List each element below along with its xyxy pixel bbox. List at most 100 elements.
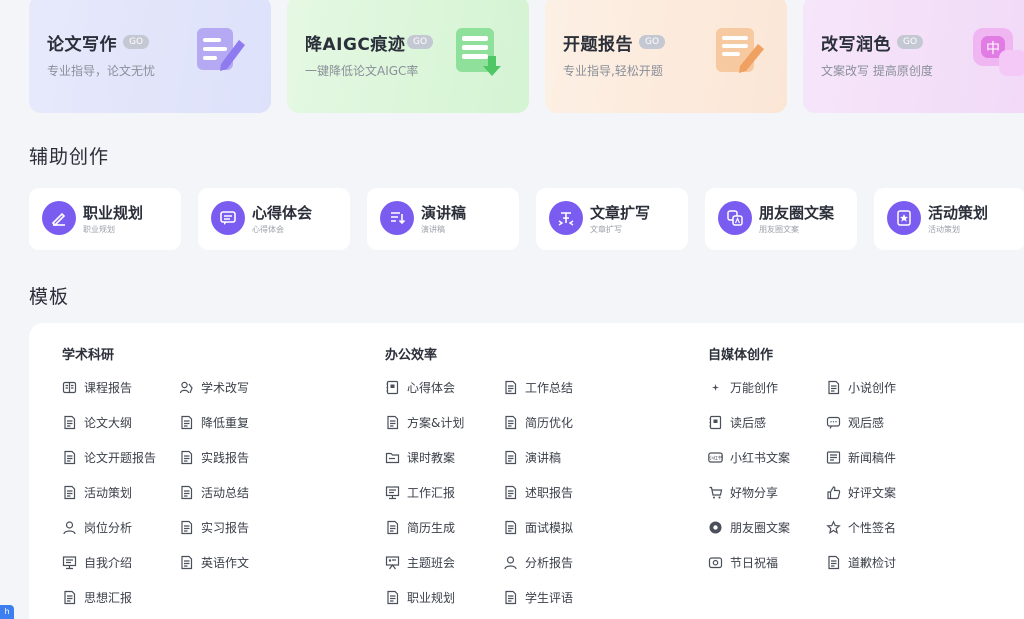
book-icon [62,380,77,395]
template-item[interactable]: 实践报告 [179,449,249,466]
template-item-label: 新闻稿件 [848,451,897,465]
template-item-label: 朋友圈文案 [730,521,791,535]
tool-card-event[interactable]: 活动策划 活动策划 [874,188,1024,250]
gift-icon [708,555,723,570]
expand-text-icon [549,201,583,235]
aux-section-title: 辅助创作 [29,146,110,168]
folder-icon [385,450,400,465]
template-item[interactable]: 朋友圈文案 [708,519,790,536]
feature-title: 开题报告 [563,35,633,55]
chart-doc-icon [179,450,194,465]
feature-title: 改写润色 [821,35,891,55]
template-item[interactable]: 简历生成 [385,519,455,536]
template-item[interactable]: 英语作文 [179,554,249,571]
template-item[interactable]: 职业规划 [385,589,455,606]
template-item-label: 简历生成 [407,521,456,535]
template-item-label: 主题班会 [407,556,456,570]
notebook-icon [708,415,723,430]
book-pen-icon [826,380,841,395]
template-item-label: 好评文案 [848,486,897,500]
template-item-label: 面试模拟 [525,521,574,535]
template-item[interactable]: 方案&计划 [385,414,464,431]
template-item[interactable]: 工作汇报 [385,484,455,501]
template-item[interactable]: 面试模拟 [503,519,573,536]
tool-subtitle: 职业规划 [83,225,115,234]
template-item[interactable]: 观后感 [826,414,884,431]
go-badge: GO [639,35,666,49]
notebook-icon [385,380,400,395]
template-item[interactable]: 活动总结 [179,484,249,501]
template-item[interactable]: 演讲稿 [503,449,561,466]
doc-person-icon [826,555,841,570]
template-item[interactable]: 述职报告 [503,484,573,501]
xhs-icon: 小红书 [708,450,723,465]
tool-card-career[interactable]: 职业规划 职业规划 [29,188,181,250]
star-badge-icon [887,201,921,235]
template-item-label: 岗位分析 [84,521,133,535]
template-item-label: 心得体会 [407,381,456,395]
feature-card-thesis[interactable]: 论文写作 GO 专业指导，论文无忧 [29,0,271,113]
template-item[interactable]: 课时教案 [385,449,455,466]
template-item[interactable]: 降低重复 [179,414,249,431]
outline-icon [62,415,77,430]
doc-edit-icon [62,450,77,465]
template-item-label: 论文大纲 [84,416,133,430]
template-item[interactable]: 小红书 小红书文案 [708,449,790,466]
award-doc-icon [62,485,77,500]
template-item[interactable]: 简历优化 [503,414,573,431]
tool-subtitle: 朋友圈文案 [759,225,799,234]
doc-edit-icon [503,485,518,500]
translate-icon [718,201,752,235]
template-item[interactable]: 学术改写 [179,379,249,396]
template-item[interactable]: 自我介绍 [62,554,132,571]
doc-person-icon [385,590,400,605]
tool-card-speech[interactable]: 演讲稿 演讲稿 [367,188,519,250]
template-item-label: 课时教案 [407,451,456,465]
tool-card-expand[interactable]: 文章扩写 文章扩写 [536,188,688,250]
template-item[interactable]: 好评文案 [826,484,896,501]
template-item[interactable]: 实习报告 [179,519,249,536]
tool-subtitle: 演讲稿 [421,225,445,234]
template-item[interactable]: 新闻稿件 [826,449,896,466]
tool-card-moments[interactable]: 朋友圈文案 朋友圈文案 [705,188,857,250]
template-item[interactable]: 工作总结 [503,379,573,396]
template-item[interactable]: 分析报告 [503,554,573,571]
resume-icon [503,415,518,430]
template-item[interactable]: 论文开题报告 [62,449,156,466]
template-item[interactable]: 万能创作 [708,379,778,396]
template-item[interactable]: 论文大纲 [62,414,132,431]
template-item[interactable]: 岗位分析 [62,519,132,536]
template-item-label: 自我介绍 [84,556,133,570]
pen-circle-icon [42,201,76,235]
tool-title: 文章扩写 [590,204,651,222]
template-item[interactable]: 道歉检讨 [826,554,896,571]
feature-card-proposal[interactable]: 开题报告 GO 专业指导,轻松开题 [545,0,787,113]
chat-icon [826,415,841,430]
template-item[interactable]: 心得体会 [385,379,455,396]
template-item[interactable]: 节日祝福 [708,554,778,571]
corner-tab[interactable]: h [0,605,14,619]
category-media: 自媒体创作 [708,348,774,363]
template-item[interactable]: 好物分享 [708,484,778,501]
doc-lines-icon [179,520,194,535]
template-item[interactable]: 主题班会 [385,554,455,571]
template-item[interactable]: 思想汇报 [62,589,132,606]
doc-pen-icon [179,555,194,570]
template-item[interactable]: 个性签名 [826,519,896,536]
news-icon [826,450,841,465]
template-item[interactable]: 读后感 [708,414,766,431]
template-item[interactable]: 学生评语 [503,589,573,606]
feature-card-reduce-aigc[interactable]: 降AIGC痕迹 GO 一键降低论文AIGC率 [287,0,529,113]
feature-subtitle: 文案改写 提高原创度 [821,64,933,78]
cart-icon [708,485,723,500]
tool-subtitle: 心得体会 [252,225,284,234]
doc-lines-icon [385,415,400,430]
template-item-label: 好物分享 [730,486,779,500]
template-item[interactable]: 活动策划 [62,484,132,501]
tool-title: 职业规划 [83,204,144,222]
template-item[interactable]: 课程报告 [62,379,132,396]
template-item-label: 小说创作 [848,381,897,395]
template-item[interactable]: 小说创作 [826,379,896,396]
tool-card-insights[interactable]: 心得体会 心得体会 [198,188,350,250]
feature-card-rewrite[interactable]: 改写润色 GO 文案改写 提高原创度 中 [803,0,1024,113]
